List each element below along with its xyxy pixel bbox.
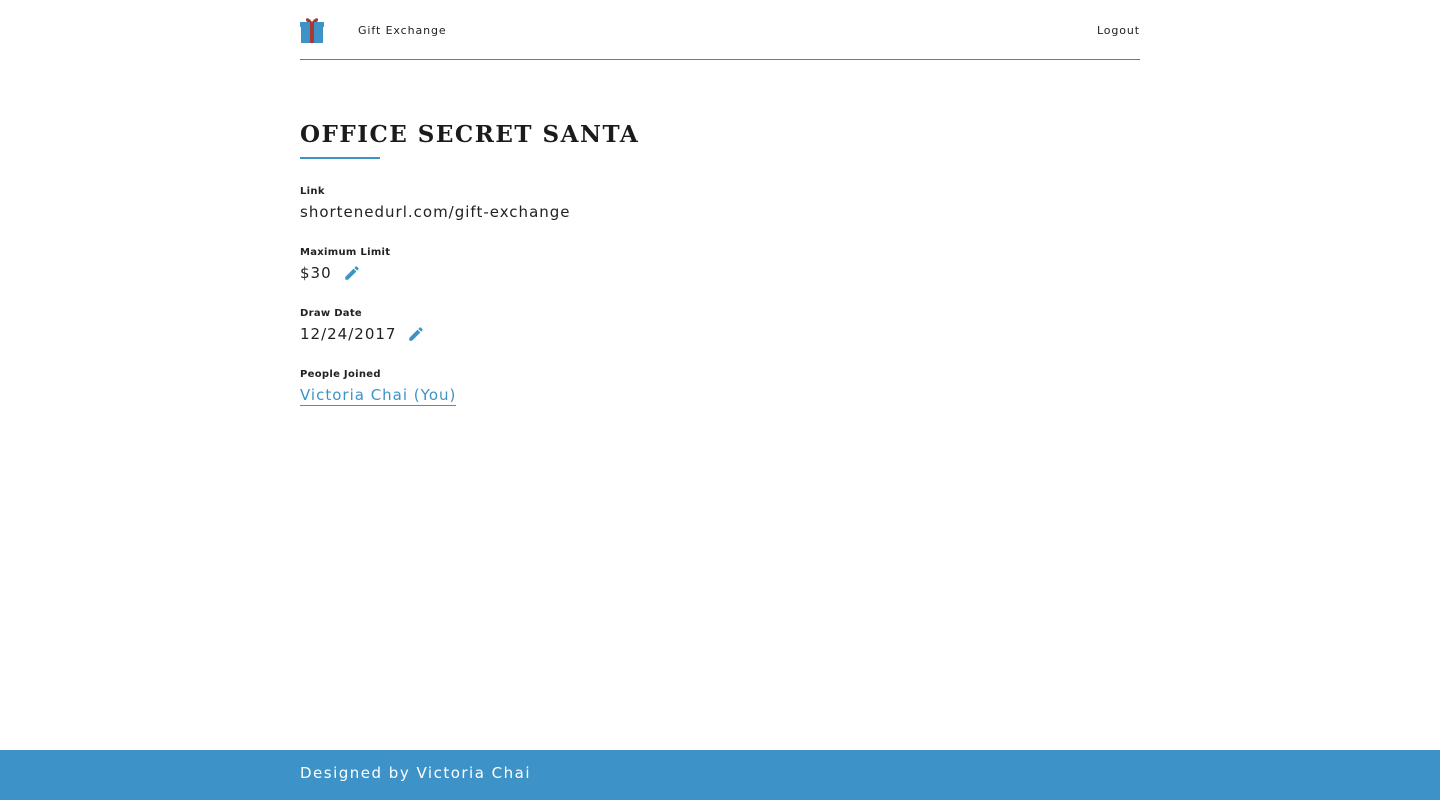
people-joined-label: People Joined xyxy=(300,369,381,380)
people-joined-field: People Joined Victoria Chai (You) xyxy=(300,368,457,406)
link-field: Link shortenedurl.com/gift-exchange xyxy=(300,185,571,222)
draw-date-value: 12/24/2017 xyxy=(300,325,397,343)
draw-date-field: Draw Date 12/24/2017 xyxy=(300,307,425,344)
pencil-icon[interactable] xyxy=(407,325,425,343)
page: Gift Exchange Logout OFFICE SECRET SANTA… xyxy=(0,0,1440,800)
page-title: OFFICE SECRET SANTA xyxy=(300,121,640,148)
gift-icon[interactable] xyxy=(300,16,324,44)
exchange-details: OFFICE SECRET SANTA Link shortenedurl.co… xyxy=(300,117,1140,406)
footer-credit: Designed by Victoria Chai xyxy=(300,764,532,782)
person-link[interactable]: Victoria Chai (You) xyxy=(300,385,457,406)
title-underline xyxy=(300,157,380,159)
logout-link[interactable]: Logout xyxy=(1097,24,1140,37)
top-nav: Gift Exchange Logout xyxy=(300,0,1140,60)
brand-name[interactable]: Gift Exchange xyxy=(358,24,447,37)
max-limit-value: $30 xyxy=(300,264,332,282)
max-limit-field: Maximum Limit $30 xyxy=(300,246,390,283)
link-value: shortenedurl.com/gift-exchange xyxy=(300,203,571,221)
footer: Designed by Victoria Chai xyxy=(0,750,1440,800)
link-label: Link xyxy=(300,186,325,197)
draw-date-label: Draw Date xyxy=(300,308,363,319)
max-limit-label: Maximum Limit xyxy=(300,247,391,258)
pencil-icon[interactable] xyxy=(343,264,361,282)
